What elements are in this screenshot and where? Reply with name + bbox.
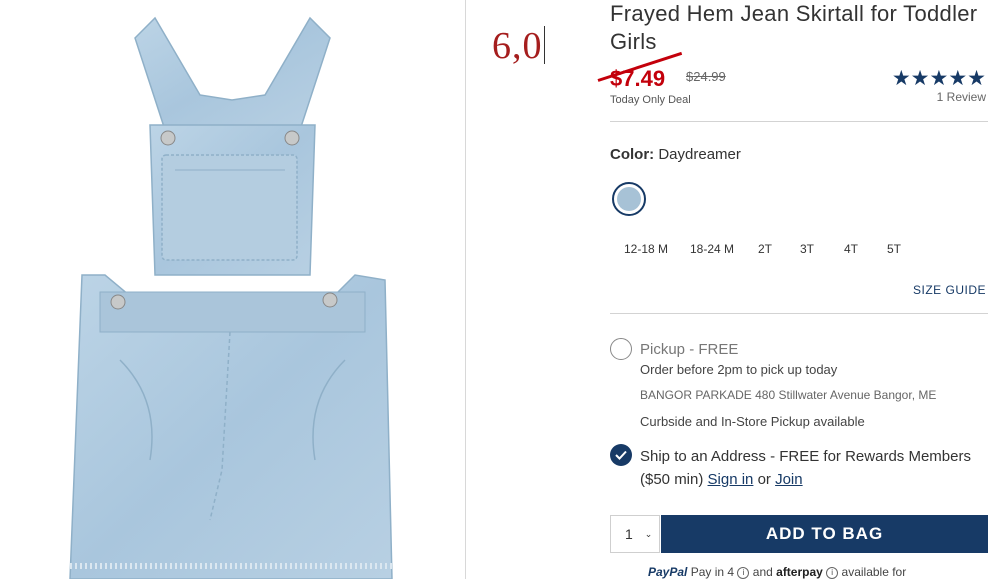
annotation-text: 6,0 (492, 25, 543, 67)
original-price: $24.99 (686, 69, 726, 84)
add-to-bag-button[interactable]: ADD TO BAG (661, 515, 988, 553)
sign-in-link[interactable]: Sign in (708, 471, 754, 488)
info-icon[interactable]: i (737, 567, 750, 579)
and-text: and (752, 565, 773, 579)
product-details-panel: Frayed Hem Jean Skirtall for Toddler Gir… (597, 0, 988, 579)
available-text: available for (841, 565, 907, 579)
color-value: Daydreamer (658, 146, 741, 163)
pickup-note: Order before 2pm to pick up today (640, 362, 838, 377)
size-option[interactable]: 5T (887, 242, 901, 256)
size-option[interactable]: 12-18 M (624, 242, 668, 256)
product-image[interactable] (0, 0, 465, 579)
size-option[interactable]: 4T (844, 242, 858, 256)
info-icon[interactable]: i (826, 567, 839, 579)
skirtall-illustration (69, 16, 393, 579)
ship-radio[interactable] (610, 444, 632, 466)
size-selector: 12-18 M 18-24 M 2T 3T 4T 5T (610, 242, 910, 260)
pickup-radio[interactable] (610, 338, 632, 360)
size-guide-link[interactable]: SIZE GUIDE (913, 283, 986, 297)
payment-options: PayPal Pay in 4 i and afterpay i availab… (648, 565, 906, 579)
price-annotation: 6,0 (492, 24, 545, 68)
color-swatch-daydreamer[interactable] (612, 182, 646, 216)
color-row: Color: Daydreamer (610, 146, 741, 163)
quantity-value: 1 (625, 526, 633, 542)
swatch-fill (617, 187, 641, 211)
deal-label: Today Only Deal (610, 94, 691, 106)
text-caret (543, 26, 545, 64)
review-count-link[interactable]: 1 Review (937, 90, 986, 104)
pickup-label: Pickup - FREE (640, 341, 739, 358)
paypal-text: Pay in 4 (690, 565, 735, 579)
price-row: $7.49 $24.99 Today Only Deal ★★★★★ 1 Rev… (597, 51, 988, 110)
product-title: Frayed Hem Jean Skirtall for Toddler Gir… (610, 1, 978, 54)
checkmark-icon (615, 450, 627, 460)
or-text: or (757, 471, 771, 488)
size-option[interactable]: 2T (758, 242, 772, 256)
afterpay-logo: afterpay (776, 565, 823, 579)
store-address-link[interactable]: BANGOR PARKADE 480 Stillwater Avenue Ban… (640, 388, 936, 402)
sale-price: $7.49 (610, 66, 666, 91)
size-option[interactable]: 3T (800, 242, 814, 256)
divider (610, 313, 988, 314)
curbside-note: Curbside and In-Store Pickup available (640, 414, 865, 429)
size-option[interactable]: 18-24 M (690, 242, 734, 256)
join-link[interactable]: Join (775, 471, 803, 488)
ship-option: Ship to an Address - FREE for Rewards Me… (640, 445, 988, 491)
image-divider (465, 0, 466, 579)
ship-label: Ship to an Address - FREE for Rewards Me… (640, 448, 971, 488)
color-label: Color: (610, 146, 655, 163)
quantity-select[interactable]: 1 ⌄ (610, 515, 660, 553)
divider (610, 121, 988, 122)
rating-stars[interactable]: ★★★★★ (892, 66, 986, 91)
paypal-logo: PayPal (648, 565, 688, 579)
chevron-down-icon: ⌄ (644, 528, 653, 539)
